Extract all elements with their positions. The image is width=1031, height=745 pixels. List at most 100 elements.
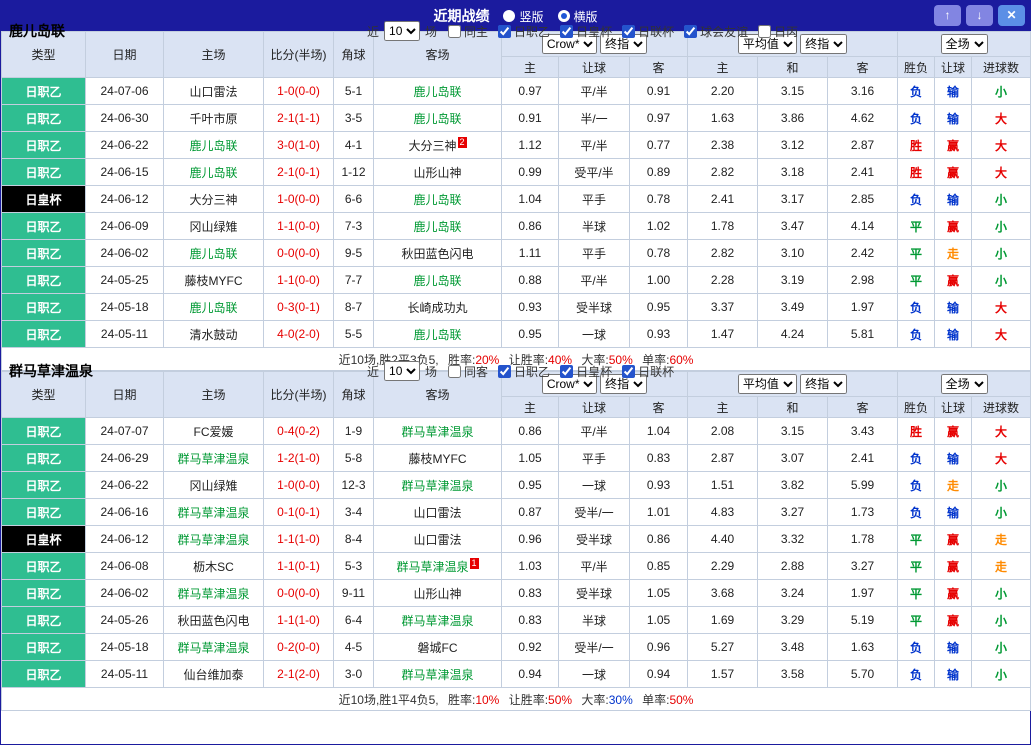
scroll-down-button[interactable]: ↓ bbox=[966, 5, 993, 26]
team-link[interactable]: 鹿儿岛联 bbox=[413, 328, 461, 342]
team-link[interactable]: 清水鼓动 bbox=[189, 328, 237, 342]
team-link[interactable]: 群马草津温泉 bbox=[177, 506, 249, 520]
filter-label: 同客 bbox=[464, 364, 489, 379]
result-goals: 大 bbox=[971, 131, 1031, 159]
match-type: 日职乙 bbox=[1, 579, 86, 607]
team-link[interactable]: 群马草津温泉 bbox=[177, 641, 249, 655]
filter-checkbox[interactable] bbox=[684, 24, 698, 38]
team-link[interactable]: 冈山绿雉 bbox=[189, 479, 237, 493]
team-link[interactable]: 山形山神 bbox=[413, 166, 461, 180]
filter-日职乙[interactable]: 日职乙 bbox=[498, 23, 550, 40]
filter-checkbox[interactable] bbox=[560, 364, 574, 378]
team-link[interactable]: 群马草津温泉 bbox=[401, 425, 473, 439]
team-link[interactable]: 大分三神 bbox=[408, 139, 456, 153]
home-team: 群马草津温泉 bbox=[163, 633, 264, 661]
scope-select[interactable]: 全场 bbox=[940, 34, 988, 54]
filters-1: 同客 日职乙 日皇杯 日联杯 bbox=[448, 363, 674, 380]
team-link[interactable]: 藤枝MYFC bbox=[409, 452, 467, 466]
filter-日皇杯[interactable]: 日皇杯 bbox=[560, 23, 612, 40]
stat-value: 50% bbox=[669, 692, 694, 707]
match-count-select[interactable]: 10 bbox=[384, 21, 421, 41]
team-link[interactable]: 群马草津温泉 bbox=[396, 560, 468, 574]
match-score: 0-3(0-1) bbox=[263, 293, 334, 321]
match-score: 0-1(0-1) bbox=[263, 498, 334, 526]
filter-日丙[interactable]: 日丙 bbox=[758, 23, 798, 40]
handicap-line: 平/半 bbox=[558, 266, 630, 294]
match-row: 日职乙 24-06-02 鹿儿岛联 0-0(0-0) 9-5 秋田蓝色闪电 1.11 平手 0.… bbox=[1, 239, 1031, 267]
filter-日联杯[interactable]: 日联杯 bbox=[622, 363, 674, 380]
result-goals: 小 bbox=[971, 185, 1031, 213]
scope-select[interactable]: 全场 bbox=[940, 374, 988, 394]
team-link[interactable]: 长崎成功丸 bbox=[407, 301, 467, 315]
team-link[interactable]: 千叶市原 bbox=[189, 112, 237, 126]
team-link[interactable]: 鹿儿岛联 bbox=[413, 193, 461, 207]
team-link[interactable]: 群马草津温泉 bbox=[401, 668, 473, 682]
scroll-up-button[interactable]: ↑ bbox=[934, 5, 961, 26]
filter-日联杯[interactable]: 日联杯 bbox=[622, 23, 674, 40]
team-link[interactable]: 鹿儿岛联 bbox=[413, 112, 461, 126]
team-link[interactable]: 藤枝MYFC bbox=[185, 274, 243, 288]
filter-checkbox[interactable] bbox=[622, 24, 636, 38]
team-link[interactable]: 秋田蓝色闪电 bbox=[401, 247, 473, 261]
avg-draw-odds: 3.24 bbox=[757, 579, 829, 607]
match-score: 1-1(1-0) bbox=[263, 525, 334, 553]
team-link[interactable]: 群马草津温泉 bbox=[177, 587, 249, 601]
team-link[interactable]: 鹿儿岛联 bbox=[189, 247, 237, 261]
result-goals: 大 bbox=[971, 444, 1031, 472]
handicap-line: 平手 bbox=[558, 185, 630, 213]
team-link[interactable]: FC爱媛 bbox=[194, 425, 234, 439]
avg-home-odds: 2.20 bbox=[687, 77, 759, 105]
team-link[interactable]: 枥木SC bbox=[193, 560, 234, 574]
team-link[interactable]: 群马草津温泉 bbox=[177, 533, 249, 547]
filter-同客[interactable]: 同客 bbox=[448, 363, 488, 380]
team-link[interactable]: 大分三神 bbox=[189, 193, 237, 207]
team-link[interactable]: 群马草津温泉 bbox=[401, 479, 473, 493]
filter-checkbox[interactable] bbox=[560, 24, 574, 38]
stat-label: 单率: bbox=[638, 692, 670, 707]
recent-results-window: 近期战绩 竖版 横版 ↑ ↓ ✕ 鹿儿岛联 近 10 场 同主 日职乙 日皇杯 … bbox=[0, 0, 1031, 745]
avg-draw-odds: 3.82 bbox=[757, 471, 829, 499]
team-link[interactable]: 仙台维加泰 bbox=[183, 668, 243, 682]
team-link[interactable]: 鹿儿岛联 bbox=[189, 139, 237, 153]
filter-checkbox[interactable] bbox=[498, 24, 512, 38]
average-select[interactable]: 平均值 bbox=[737, 374, 797, 394]
near-label: 近 bbox=[367, 24, 380, 39]
team-link[interactable]: 鹿儿岛联 bbox=[189, 301, 237, 315]
filter-checkbox[interactable] bbox=[448, 364, 462, 378]
filter-checkbox[interactable] bbox=[758, 24, 772, 38]
team-link[interactable]: 冈山绿雉 bbox=[189, 220, 237, 234]
team-link[interactable]: 鹿儿岛联 bbox=[413, 220, 461, 234]
team-link[interactable]: 群马草津温泉 bbox=[401, 614, 473, 628]
home-team: 清水鼓动 bbox=[163, 320, 264, 348]
result-goals: 走 bbox=[971, 552, 1031, 580]
filter-日皇杯[interactable]: 日皇杯 bbox=[560, 363, 612, 380]
filter-球会友谊[interactable]: 球会友谊 bbox=[684, 23, 748, 40]
filter-日职乙[interactable]: 日职乙 bbox=[498, 363, 550, 380]
filter-checkbox[interactable] bbox=[448, 24, 462, 38]
avg-away-odds: 5.99 bbox=[827, 471, 899, 499]
close-icon[interactable]: ✕ bbox=[998, 5, 1025, 26]
team-link[interactable]: 山口雷法 bbox=[413, 506, 461, 520]
team-link[interactable]: 鹿儿岛联 bbox=[413, 85, 461, 99]
filter-同主[interactable]: 同主 bbox=[448, 23, 488, 40]
result-handicap: 走 bbox=[934, 471, 973, 499]
team-link[interactable]: 磐城FC bbox=[418, 641, 458, 655]
team-link[interactable]: 山口雷法 bbox=[189, 85, 237, 99]
handicap-line: 受半球 bbox=[558, 579, 630, 607]
odds-stage-select-2[interactable]: 终指 bbox=[800, 374, 848, 394]
match-date: 24-06-02 bbox=[85, 579, 164, 607]
team-link[interactable]: 群马草津温泉 bbox=[177, 452, 249, 466]
filter-checkbox[interactable] bbox=[622, 364, 636, 378]
team-link[interactable]: 山口雷法 bbox=[413, 533, 461, 547]
section-controls-0: 近 10 场 同主 日职乙 日皇杯 日联杯 球会友谊 日丙 bbox=[367, 21, 798, 41]
avg-draw-odds: 3.58 bbox=[757, 660, 829, 688]
home-odds: 0.97 bbox=[501, 77, 559, 105]
team-link[interactable]: 鹿儿岛联 bbox=[189, 166, 237, 180]
result-handicap: 赢 bbox=[934, 131, 973, 159]
odds-stage-select-2[interactable]: 终指 bbox=[800, 34, 848, 54]
team-link[interactable]: 秋田蓝色闪电 bbox=[177, 614, 249, 628]
team-link[interactable]: 山形山神 bbox=[413, 587, 461, 601]
filter-checkbox[interactable] bbox=[498, 364, 512, 378]
team-link[interactable]: 鹿儿岛联 bbox=[413, 274, 461, 288]
match-count-select[interactable]: 10 bbox=[384, 361, 421, 381]
